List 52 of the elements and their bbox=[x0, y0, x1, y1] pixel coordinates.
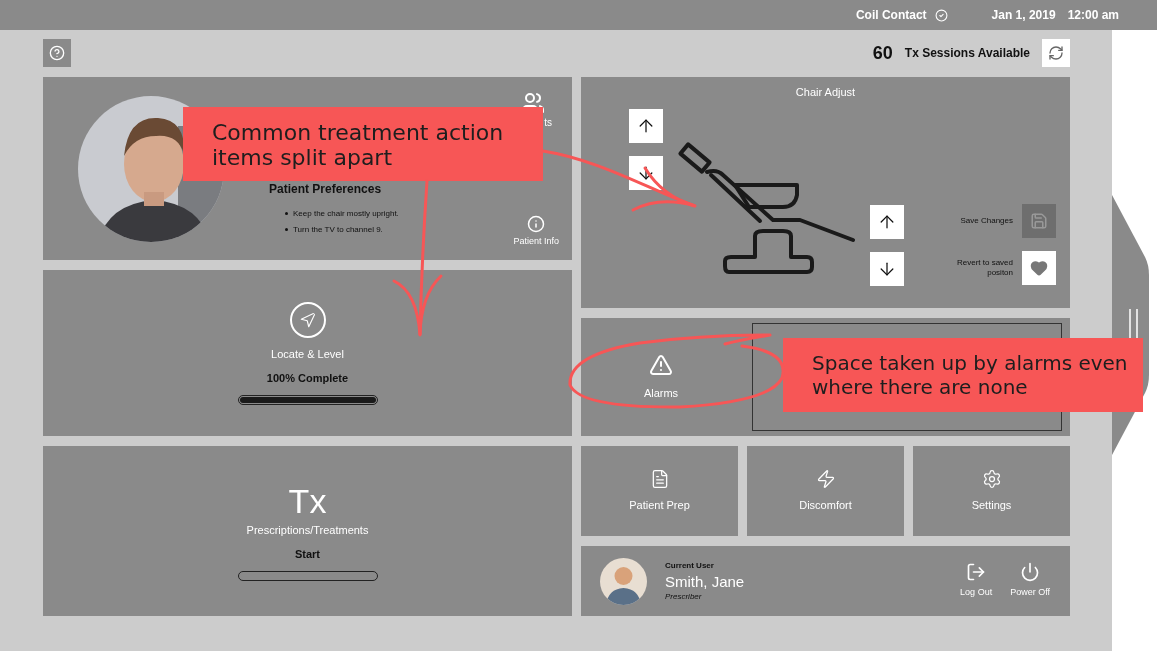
action-label: Revert to saved positon bbox=[955, 258, 1013, 278]
contacts-label[interactable]: ts bbox=[544, 115, 552, 130]
warning-icon bbox=[649, 352, 673, 377]
log-out-button[interactable]: Log Out bbox=[960, 562, 993, 600]
action-tile[interactable]: Discomfort bbox=[747, 446, 904, 536]
preference-item: Keep the chair mostly upright. bbox=[293, 207, 399, 220]
avatar-icon bbox=[600, 557, 647, 605]
annotation-callout: Space taken up by alarms even where there are none bbox=[783, 338, 1143, 412]
action-tile[interactable]: Patient Prep bbox=[581, 446, 738, 536]
refresh-button[interactable] bbox=[1042, 39, 1070, 67]
sessions-label: Tx Sessions Available bbox=[904, 45, 1030, 62]
logout-icon bbox=[966, 562, 987, 583]
user-caption: Current User bbox=[665, 559, 715, 572]
annotation-callout: Common treatment action items split apart bbox=[183, 107, 543, 181]
check-icon bbox=[934, 8, 948, 22]
time: 12:00 am bbox=[1067, 7, 1119, 24]
settings-icon bbox=[981, 468, 1002, 489]
date: Jan 1, 2019 bbox=[991, 7, 1056, 24]
people-icon[interactable] bbox=[521, 91, 545, 115]
preference-item: Turn the TV to channel 9. bbox=[293, 223, 383, 236]
card-title: Prescriptions/Treatments bbox=[246, 522, 369, 538]
connection-status: Coil Contact bbox=[855, 7, 927, 24]
bullet-icon bbox=[285, 212, 288, 215]
navigation-icon bbox=[289, 301, 326, 338]
patient-info-button[interactable]: Patient Info bbox=[513, 214, 559, 248]
user-name: Smith, Jane bbox=[665, 571, 745, 591]
user-role: Prescriber bbox=[665, 590, 703, 603]
heart-icon bbox=[1030, 259, 1048, 277]
help-icon bbox=[49, 45, 65, 61]
down-arrow-button[interactable] bbox=[870, 252, 904, 286]
help-button[interactable] bbox=[43, 39, 71, 67]
up-arrow-button[interactable] bbox=[870, 205, 904, 239]
progress-status: Start bbox=[294, 547, 321, 562]
power-icon bbox=[1020, 562, 1041, 583]
lightning-bolt-icon bbox=[815, 468, 836, 489]
alarms-button[interactable]: Alarms bbox=[581, 352, 741, 402]
progress-status: 100% Complete bbox=[266, 371, 349, 386]
info-icon bbox=[527, 214, 546, 233]
tx-symbol: Tx bbox=[288, 481, 327, 520]
card-title: Locate & Level bbox=[271, 346, 344, 362]
preferences-title: Patient Preferences bbox=[269, 180, 382, 198]
refresh-icon bbox=[1048, 45, 1064, 61]
bullet-icon bbox=[285, 228, 288, 231]
sessions-count: 60 bbox=[872, 41, 893, 65]
revert-button[interactable] bbox=[1022, 251, 1056, 285]
up-arrow-button[interactable] bbox=[629, 109, 663, 143]
action-label: Save Changes bbox=[959, 216, 1013, 226]
action-tile[interactable]: Settings bbox=[913, 446, 1070, 536]
card-title: Chair Adjust bbox=[795, 85, 856, 100]
power-off-button[interactable]: Power Off bbox=[1010, 562, 1050, 600]
treatments-card[interactable]: Tx Prescriptions/Treatments Start bbox=[43, 446, 572, 616]
locate-level-card[interactable]: Locate & Level 100% Complete bbox=[43, 270, 572, 436]
